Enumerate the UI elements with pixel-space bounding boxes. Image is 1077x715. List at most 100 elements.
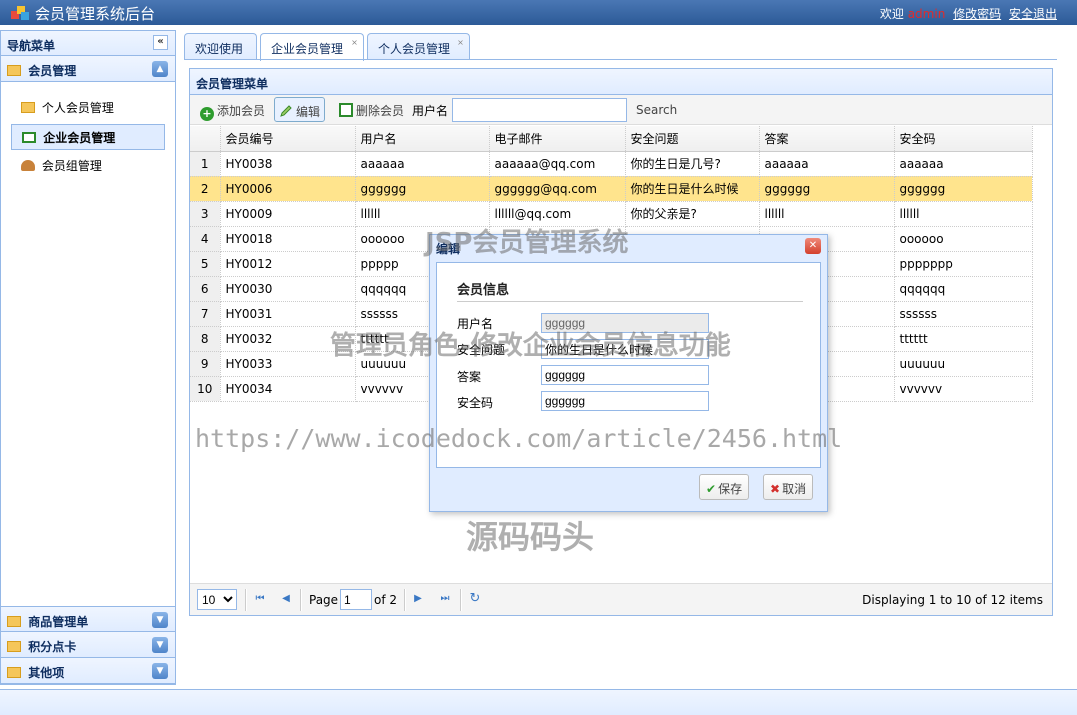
row-number: 5 [190, 251, 221, 277]
grid-toolbar: + 添加会员 编辑 删除会员 用户名 Search [190, 95, 1052, 125]
sidebar-item-label: 会员组管理 [41, 159, 102, 173]
prev-page-icon[interactable]: ◀ [280, 593, 292, 605]
cell-question: 你的父亲是? [625, 201, 760, 227]
sidebar-item-personal-member[interactable]: 个人会员管理 [11, 95, 165, 121]
card-icon [339, 103, 353, 117]
code-label: 安全码 [457, 396, 494, 410]
table-header-row: 会员编号 用户名 电子邮件 安全问题 答案 安全码 [190, 126, 1033, 152]
answer-field[interactable] [541, 365, 709, 385]
section-divider [457, 301, 803, 302]
row-number: 1 [190, 151, 221, 177]
watermark-title: JSP会员管理系统 [425, 228, 629, 258]
pagination-bar: 10 ⏮ ◀ Page of 2 ▶ ⏭ ↻ Displaying 1 to 1… [190, 583, 1052, 615]
footer-bar [0, 689, 1077, 715]
nav-section-label: 积分点卡 [28, 640, 77, 654]
refresh-icon[interactable]: ↻ [469, 592, 481, 605]
cell-member-id: HY0034 [220, 376, 356, 402]
collapse-section-icon[interactable]: ▲ [152, 61, 168, 77]
dialog-section-title: 会员信息 [457, 283, 510, 298]
app-title: 会员管理系统后台 [35, 5, 156, 23]
save-label: 保存 [718, 482, 743, 496]
search-button[interactable]: Search [636, 103, 677, 117]
nav-section-other[interactable]: 其他项 ▼ [1, 658, 175, 684]
folder-icon [7, 65, 21, 76]
tab-personal-member[interactable]: 个人会员管理 × [367, 33, 470, 60]
column-header-question[interactable]: 安全问题 [625, 126, 760, 152]
cancel-button[interactable]: ✖ 取消 [763, 474, 814, 500]
sidebar-item-label: 企业会员管理 [43, 131, 116, 145]
close-icon[interactable]: × [350, 38, 359, 47]
expand-section-icon[interactable]: ▼ [152, 637, 168, 653]
table-row[interactable]: 2 HY0006 gggggg gggggg@qq.com 你的生日是什么时候 ggggg… [190, 176, 1033, 202]
add-member-button[interactable]: + 添加会员 [196, 97, 269, 122]
column-header-code[interactable]: 安全码 [894, 126, 1033, 152]
sidebar-item-enterprise-member[interactable]: 企业会员管理 [11, 124, 165, 150]
nav-panel-header: 导航菜单 « [1, 31, 175, 56]
row-number: 2 [190, 176, 221, 202]
cell-member-id: HY0030 [220, 276, 356, 302]
row-number: 10 [190, 376, 221, 402]
delete-member-button[interactable]: 删除会员 [335, 97, 408, 122]
last-page-icon[interactable]: ⏭ [439, 593, 451, 605]
answer-label: 答案 [457, 370, 482, 384]
tab-label: 个人会员管理 [378, 42, 451, 56]
username-search-input[interactable] [452, 98, 627, 122]
tab-divider [184, 59, 1057, 60]
next-page-icon[interactable]: ▶ [412, 593, 424, 605]
cell-code: ppppppp [894, 251, 1033, 277]
nav-section-member[interactable]: 会员管理 ▲ [1, 56, 175, 82]
current-user: admin [907, 7, 946, 21]
folder-icon [7, 616, 21, 627]
cell-code: vvvvvv [894, 376, 1033, 402]
pager-separator [300, 589, 302, 611]
page-number-input[interactable] [340, 589, 372, 610]
nav-section-products[interactable]: 商品管理单 ▼ [1, 606, 175, 632]
watermark-url: https://www.icodedock.com/article/2456.h… [195, 424, 843, 453]
column-header-username[interactable]: 用户名 [355, 126, 490, 152]
cell-answer: aaaaaa [759, 151, 895, 177]
column-header-member-id[interactable]: 会员编号 [220, 126, 356, 152]
nav-section-member-body: 个人会员管理 企业会员管理 会员组管理 [1, 82, 175, 587]
sidebar-item-member-group[interactable]: 会员组管理 [11, 153, 165, 179]
cancel-label: 取消 [782, 482, 807, 496]
save-button[interactable]: ✔ 保存 [699, 474, 750, 500]
collapse-nav-icon[interactable]: « [153, 35, 168, 50]
nav-section-label: 会员管理 [28, 64, 77, 78]
pager-separator [245, 589, 247, 611]
column-header-answer[interactable]: 答案 [759, 126, 895, 152]
close-icon[interactable]: ✕ [805, 238, 821, 254]
app-logo-icon [11, 6, 29, 20]
cell-member-id: HY0012 [220, 251, 356, 277]
close-icon[interactable]: × [456, 38, 465, 47]
cell-username: aaaaaa [355, 151, 490, 177]
expand-section-icon[interactable]: ▼ [152, 663, 168, 679]
page-size-select[interactable]: 10 [197, 589, 237, 610]
nav-section-points[interactable]: 积分点卡 ▼ [1, 632, 175, 658]
edit-button[interactable]: 编辑 [274, 97, 326, 122]
cross-icon: ✖ [770, 482, 781, 496]
nav-panel-title: 导航菜单 [7, 39, 56, 53]
tab-enterprise-member[interactable]: 企业会员管理 × [260, 33, 364, 61]
welcome-text: 欢迎 [879, 7, 904, 21]
tab-welcome[interactable]: 欢迎使用 [184, 33, 257, 60]
cell-code: qqqqqq [894, 276, 1033, 302]
table-row[interactable]: 1 HY0038 aaaaaa aaaaaa@qq.com 你的生日是几号? aaaaaa… [190, 151, 1033, 177]
change-password-link[interactable]: 修改密码 [953, 7, 1001, 21]
folder-icon [7, 667, 21, 678]
first-page-icon[interactable]: ⏮ [254, 593, 266, 605]
cell-answer: gggggg [759, 176, 895, 202]
row-number-header [190, 126, 221, 152]
cell-code: oooooo [894, 226, 1033, 252]
cell-code: llllll [894, 201, 1033, 227]
header-links: 欢迎 admin 修改密码 安全退出 [880, 5, 1057, 22]
cell-code: gggggg [894, 176, 1033, 202]
logout-link[interactable]: 安全退出 [1009, 7, 1057, 21]
column-header-email[interactable]: 电子邮件 [489, 126, 626, 152]
cell-email: aaaaaa@qq.com [489, 151, 626, 177]
code-field[interactable] [541, 391, 709, 411]
cell-member-id: HY0006 [220, 176, 356, 202]
dialog-footer: ✔ 保存 ✖ 取消 [436, 468, 821, 507]
panel-title: 会员管理菜单 [190, 69, 1052, 95]
expand-section-icon[interactable]: ▼ [152, 612, 168, 628]
pencil-icon [280, 105, 292, 117]
